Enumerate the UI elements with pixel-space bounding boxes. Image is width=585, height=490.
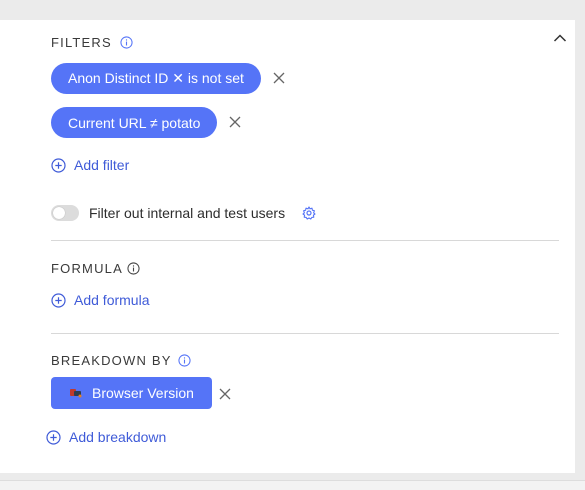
add-filter-label: Add filter: [74, 157, 130, 173]
filter-pill-label: Current URL ≠ potato: [68, 114, 201, 131]
close-icon[interactable]: [218, 387, 232, 401]
breakdown-title: BREAKDOWN BY: [51, 353, 172, 368]
filter-pill-label: Anon Distinct ID ✕ is not set: [68, 70, 244, 86]
gear-icon[interactable]: [302, 206, 316, 220]
section-divider: [51, 240, 559, 241]
plus-circle-icon: [46, 429, 61, 445]
info-icon[interactable]: [120, 36, 133, 49]
filter-pill-current-url[interactable]: Current URL ≠ potato: [51, 107, 218, 138]
formula-heading: FORMULA: [51, 261, 140, 276]
internal-users-toggle[interactable]: [51, 205, 79, 221]
add-formula-label: Add formula: [74, 292, 150, 308]
close-icon[interactable]: [272, 71, 286, 85]
plus-circle-icon: [51, 157, 66, 173]
filters-title: FILTERS: [51, 35, 112, 50]
internal-users-label: Filter out internal and test users: [89, 205, 286, 221]
breakdown-pill-label: Browser Version: [92, 385, 194, 401]
close-icon[interactable]: [228, 115, 242, 129]
filter-pill-anon-distinct-id[interactable]: Anon Distinct ID ✕ is not set: [51, 63, 261, 94]
add-filter-button[interactable]: Add filter: [51, 157, 129, 173]
section-divider: [51, 333, 559, 334]
filters-heading: FILTERS: [51, 35, 133, 50]
chevron-up-icon[interactable]: [553, 33, 567, 43]
toggle-knob: [53, 207, 65, 219]
breakdown-pill-browser-version[interactable]: Browser Version: [51, 377, 212, 409]
add-breakdown-label: Add breakdown: [69, 429, 167, 445]
formula-title: FORMULA: [51, 261, 123, 276]
property-icon: [70, 389, 82, 398]
query-config-panel: FILTERS Anon Distinct ID ✕ is not set Cu…: [0, 20, 575, 473]
plus-circle-icon: [51, 292, 66, 308]
add-formula-button[interactable]: Add formula: [51, 292, 149, 308]
info-icon[interactable]: [178, 354, 191, 367]
add-breakdown-button[interactable]: Add breakdown: [46, 429, 166, 445]
breakdown-heading: BREAKDOWN BY: [51, 353, 191, 368]
info-icon[interactable]: [127, 262, 140, 275]
